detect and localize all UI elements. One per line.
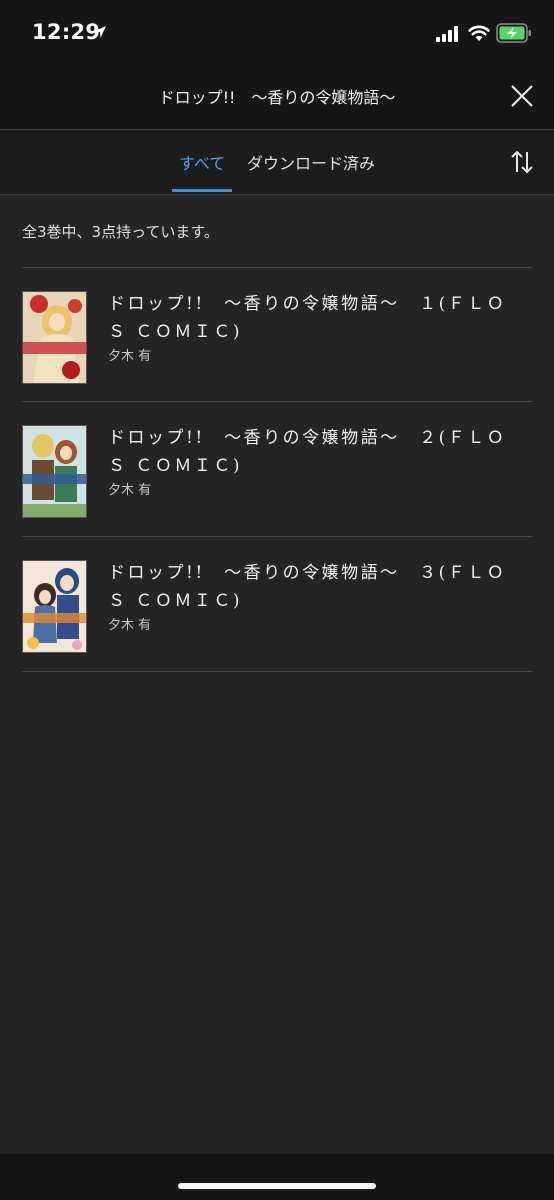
list-item[interactable]: ドロップ!! 〜香りの令嬢物語〜 ３(ＦＬＯＳ ＣＯＭＩＣ) 夕木 有 [0,537,554,671]
book-cover-image [22,425,87,518]
top-bar: 12:29 ドロップ!! 〜香りの令嬢物語〜 [0,0,554,129]
list-item[interactable]: ドロップ!! 〜香りの令嬢物語〜 １(ＦＬＯＳ ＣＯＭＩＣ) 夕木 有 [0,268,554,402]
active-tab-indicator [172,189,232,192]
home-indicator-bar [0,1154,554,1200]
owned-count-text: 全3巻中、3点持っています。 [22,223,219,241]
sort-icon[interactable] [508,148,536,176]
close-icon[interactable] [509,83,535,109]
book-author: 夕木 有 [108,349,152,364]
screen: 12:29 ドロップ!! 〜香りの令嬢物語〜 すべて ダウンロード済み 全3巻中… [0,0,554,1200]
tab-downloaded[interactable]: ダウンロード済み [247,150,375,174]
book-author: 夕木 有 [108,618,152,633]
wifi-icon [468,25,490,41]
tab-divider [0,194,554,195]
book-title: ドロップ!! 〜香りの令嬢物語〜 ２(ＦＬＯＳ ＣＯＭＩＣ) [108,428,507,476]
book-title: ドロップ!! 〜香りの令嬢物語〜 １(ＦＬＯＳ ＣＯＭＩＣ) [108,294,507,342]
list-divider [22,671,532,672]
tab-bar: すべて ダウンロード済み [0,130,554,194]
book-cover-image [22,560,87,653]
book-author: 夕木 有 [108,483,152,498]
book-cover-image [22,291,87,384]
list-item[interactable]: ドロップ!! 〜香りの令嬢物語〜 ２(ＦＬＯＳ ＣＯＭＩＣ) 夕木 有 [0,402,554,536]
status-time: 12:29 [32,20,101,44]
battery-charging-icon [496,23,531,43]
location-arrow-icon [94,26,106,38]
tab-all[interactable]: すべて [179,150,225,174]
home-indicator[interactable] [178,1183,376,1189]
page-title: ドロップ!! 〜香りの令嬢物語〜 [158,88,396,107]
cellular-signal-icon [436,26,458,42]
book-title: ドロップ!! 〜香りの令嬢物語〜 ３(ＦＬＯＳ ＣＯＭＩＣ) [108,563,507,611]
